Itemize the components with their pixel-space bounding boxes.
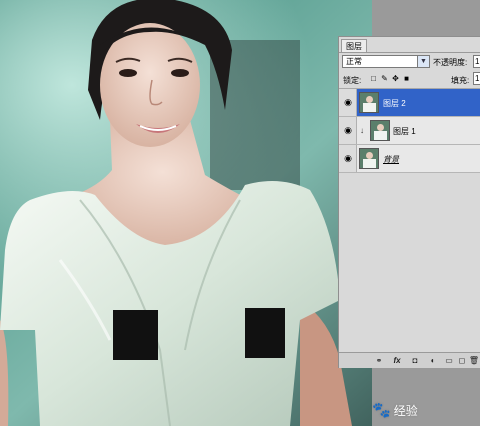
fill-label: 填充: — [451, 76, 470, 85]
layer-row-layer1[interactable]: ◉ ↓ 图层 1 — [339, 117, 480, 145]
layer-thumbnail — [359, 92, 379, 113]
visibility-toggle[interactable]: ◉ — [339, 145, 357, 172]
visibility-toggle[interactable]: ◉ — [339, 89, 357, 116]
visibility-toggle[interactable]: ◉ — [339, 117, 357, 144]
layer-name: 背景 — [383, 155, 399, 164]
chevron-down-icon[interactable]: ▼ — [417, 56, 429, 67]
blend-mode-select[interactable]: 正常 ▼ — [342, 55, 430, 68]
lock-all-icon[interactable]: ■ — [402, 74, 411, 84]
eye-icon[interactable]: ◉ — [342, 125, 354, 135]
tab-divider — [339, 52, 480, 53]
link-icon[interactable]: ⚭ — [373, 355, 385, 366]
paw-logo-icon: 🐾 — [372, 402, 391, 419]
baidu-jingyan-watermark: 🐾 经验 — [372, 398, 418, 422]
lock-transparency-icon[interactable]: □ — [369, 74, 378, 84]
lock-label: 锁定: — [343, 76, 362, 85]
new-layer-icon[interactable]: ◻ — [456, 355, 468, 366]
layer-row-background[interactable]: ◉ 背景 — [339, 145, 480, 173]
mask-icon[interactable]: ◘ — [409, 355, 421, 366]
opacity-input[interactable]: 1 — [473, 55, 480, 68]
layers-tab[interactable]: 图层 — [341, 39, 367, 53]
clip-arrow-icon: ↓ — [360, 126, 364, 135]
layers-panel: 图层 正常 ▼ 不透明度: 1 锁定: □ ✎ ✥ ■ 填充: 1 ◉ 图层 2… — [338, 36, 480, 368]
opacity-label: 不透明度: — [433, 58, 468, 67]
eye-icon[interactable]: ◉ — [342, 97, 354, 107]
layer-thumbnail — [359, 148, 379, 169]
watermark-text: 经验 — [393, 403, 418, 418]
trash-icon[interactable]: 🗑 — [468, 355, 480, 366]
panel-bottom-bar: ⚭ fx ◘ ◐ ▭ ◻ 🗑 — [339, 352, 480, 368]
fill-input[interactable]: 1 — [473, 72, 480, 85]
layer-name: 图层 1 — [393, 127, 416, 136]
fx-icon[interactable]: fx — [391, 355, 403, 366]
layer-thumbnail — [370, 120, 390, 141]
eye-icon[interactable]: ◉ — [342, 153, 354, 163]
layer-name: 图层 2 — [383, 99, 406, 108]
folder-icon[interactable]: ▭ — [443, 355, 455, 366]
blend-mode-value: 正常 — [346, 57, 362, 66]
layer-row-layer2[interactable]: ◉ 图层 2 — [339, 89, 480, 117]
adjustment-icon[interactable]: ◐ — [427, 355, 439, 366]
lock-move-icon[interactable]: ✥ — [391, 74, 400, 84]
lock-brush-icon[interactable]: ✎ — [380, 74, 389, 84]
